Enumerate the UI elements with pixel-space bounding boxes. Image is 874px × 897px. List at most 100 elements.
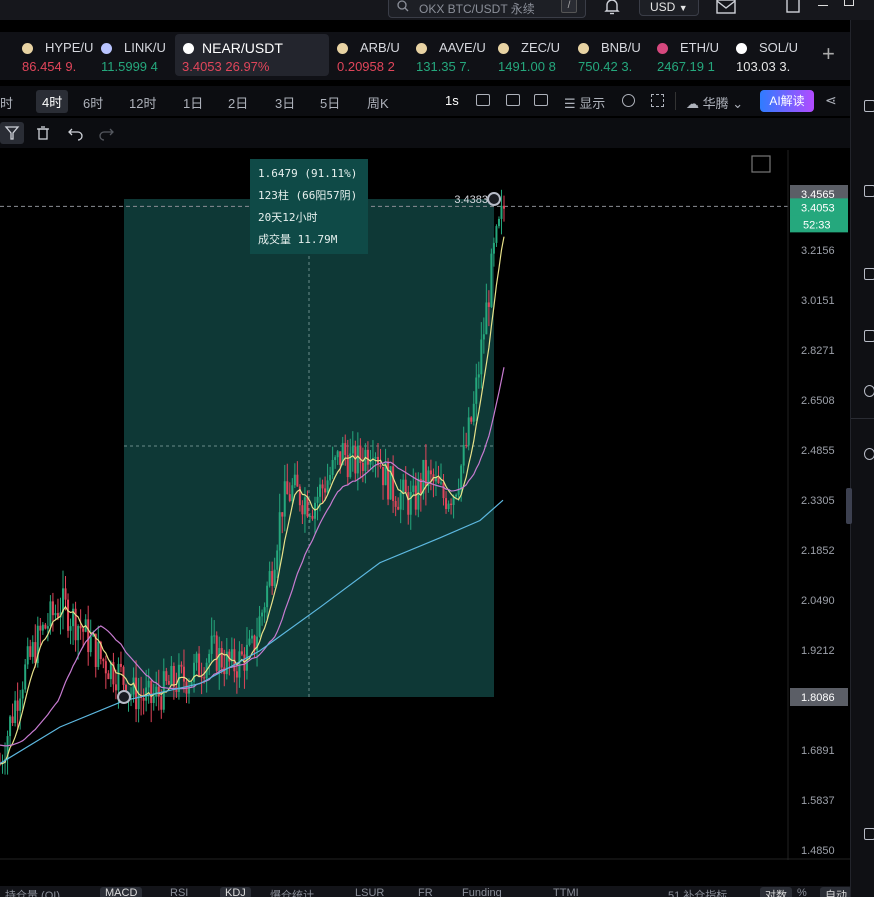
panel-icon-1[interactable] (864, 100, 874, 112)
ticker-8[interactable]: SOL/U 103.03 3. (736, 32, 806, 80)
mail-icon[interactable] (715, 0, 737, 16)
price-chart[interactable]: 3.4383 1.6479 (91.11%) 123柱 (66阳57阴) 20天12小… (0, 150, 850, 860)
timeframe-2[interactable]: 6时 (83, 93, 103, 112)
candle-body (16, 700, 19, 711)
ticker-5[interactable]: ZEC/U 1491.00 8 (498, 32, 578, 80)
timeframe-4[interactable]: 1日 (183, 93, 203, 112)
window-minimize-icon[interactable] (818, 5, 828, 6)
candle-body (291, 485, 294, 502)
ticker-6[interactable]: BNB/U 750.42 3. (578, 32, 656, 80)
candle-body (392, 466, 395, 501)
camera-icon[interactable] (476, 94, 490, 106)
indicator-tab-8[interactable]: TTMI (553, 887, 579, 897)
price-tick: 1.4850 (801, 845, 835, 857)
search-box[interactable]: OKX BTC/USDT 永续 / (388, 0, 586, 18)
fullscreen-icon[interactable] (651, 94, 664, 107)
settings-icon[interactable] (622, 94, 635, 107)
candle (119, 651, 122, 673)
candle-body (157, 686, 160, 697)
candle-body (319, 484, 322, 497)
panel-icon-6[interactable] (864, 448, 874, 460)
ticker-0[interactable]: HYPE/U 86.454 9. (22, 32, 100, 80)
panel-icon-2[interactable] (864, 185, 874, 197)
vendor-select[interactable]: ☁ 华腾 ⌄ (686, 93, 743, 112)
candle-body (29, 646, 32, 657)
candle-body (409, 491, 412, 515)
candle (39, 617, 42, 646)
candle-body (477, 374, 480, 378)
candle-body (200, 676, 203, 678)
candle-body (165, 671, 168, 682)
ticker-4[interactable]: AAVE/U 131.35 7. (416, 32, 496, 80)
window-maximize-icon[interactable] (844, 0, 854, 6)
indicator-tab-1[interactable]: MACD (100, 887, 143, 897)
candle-body (316, 496, 319, 503)
candle (72, 603, 75, 645)
indicator-tab-5[interactable]: LSUR (355, 887, 384, 897)
indicator-tab-6[interactable]: FR (418, 887, 433, 897)
timeframe-0[interactable]: 时 (0, 93, 13, 112)
timeframe-3[interactable]: 12时 (129, 93, 156, 112)
candle-body (180, 664, 183, 667)
candle (97, 625, 100, 670)
candle-body (198, 653, 201, 677)
ticker-symbol: SOL/U (759, 40, 799, 55)
measure-start-handle (117, 690, 131, 704)
ticker-7[interactable]: ETH/U 2467.19 1 (657, 32, 735, 80)
price-tick: 1.9212 (801, 645, 835, 657)
panel-icon-7[interactable] (864, 828, 874, 840)
bell-icon[interactable] (603, 0, 621, 16)
panel-icon-3[interactable] (864, 268, 874, 280)
candle-body (311, 515, 314, 519)
pencil-icon[interactable] (506, 94, 520, 106)
candle-body (69, 626, 72, 631)
candle-body (482, 334, 485, 340)
measure-end-handle (487, 192, 501, 207)
coin-icon (101, 43, 112, 54)
timeframe-toolbar: 时 4时 6时 12时 1日 2日 3日 5日 周K 1s ☰ 显示 ☁ 华腾 ⌄ ⋖ (0, 86, 850, 116)
indicator-tab-7[interactable]: Funding (462, 887, 502, 897)
indicator-tab-0[interactable]: 持仓量 (OI) (5, 887, 60, 897)
document-icon[interactable] (785, 0, 801, 13)
indicator-tab-3[interactable]: KDJ (220, 887, 251, 897)
redo-icon[interactable] (99, 125, 115, 141)
ticker-2[interactable]: NEAR/USDT 3.4053 26.97% (175, 34, 329, 76)
side-panel-handle[interactable] (846, 488, 852, 524)
timeframe-7[interactable]: 5日 (320, 93, 340, 112)
indicator-tab-4[interactable]: 爆仓统计 (270, 887, 314, 897)
add-ticker-icon[interactable]: + (822, 43, 835, 65)
filter-icon[interactable] (0, 122, 24, 144)
indicator-tab-9[interactable]: 51 补仓指标 (668, 887, 727, 897)
display-menu[interactable]: ☰ 显示 (564, 93, 605, 112)
coin-icon (416, 43, 427, 54)
top-bar: OKX BTC/USDT 永续 / USD ▼ (0, 0, 874, 20)
candle-body (308, 515, 311, 517)
indicator-tab-2[interactable]: RSI (170, 887, 188, 897)
trash-icon[interactable] (35, 125, 51, 141)
panel-icon-4[interactable] (864, 330, 874, 342)
currency-select[interactable]: USD ▼ (639, 0, 699, 16)
candle-body (213, 635, 216, 637)
ticker-1[interactable]: LINK/U 11.5999 4 (101, 32, 175, 80)
candle-body (107, 673, 110, 680)
panel-icon-5[interactable] (864, 385, 874, 397)
candle-body (273, 569, 276, 586)
candle-body (39, 625, 42, 631)
timeframe-5[interactable]: 2日 (228, 93, 248, 112)
timeframe-8[interactable]: 周K (367, 93, 389, 112)
timeframe-6[interactable]: 3日 (275, 93, 295, 112)
indicator-tab-12[interactable]: 自动 (820, 887, 852, 897)
candle-body (46, 626, 49, 629)
realtime-button[interactable]: 1s (445, 93, 459, 108)
candle (26, 637, 29, 669)
candle-body (248, 638, 251, 645)
share-icon[interactable]: ⋖ (825, 92, 837, 109)
indicator-tab-11[interactable]: % (797, 887, 807, 897)
indicator-tab-10[interactable]: 对数 (760, 887, 792, 897)
undo-icon[interactable] (67, 125, 83, 141)
crop-icon[interactable] (534, 94, 548, 106)
timeframe-1[interactable]: 4时 (36, 90, 69, 113)
candle-body (114, 684, 117, 691)
ticker-3[interactable]: ARB/U 0.20958 2 (337, 32, 415, 80)
ai-interpret-button[interactable]: AI解读 (760, 90, 814, 112)
